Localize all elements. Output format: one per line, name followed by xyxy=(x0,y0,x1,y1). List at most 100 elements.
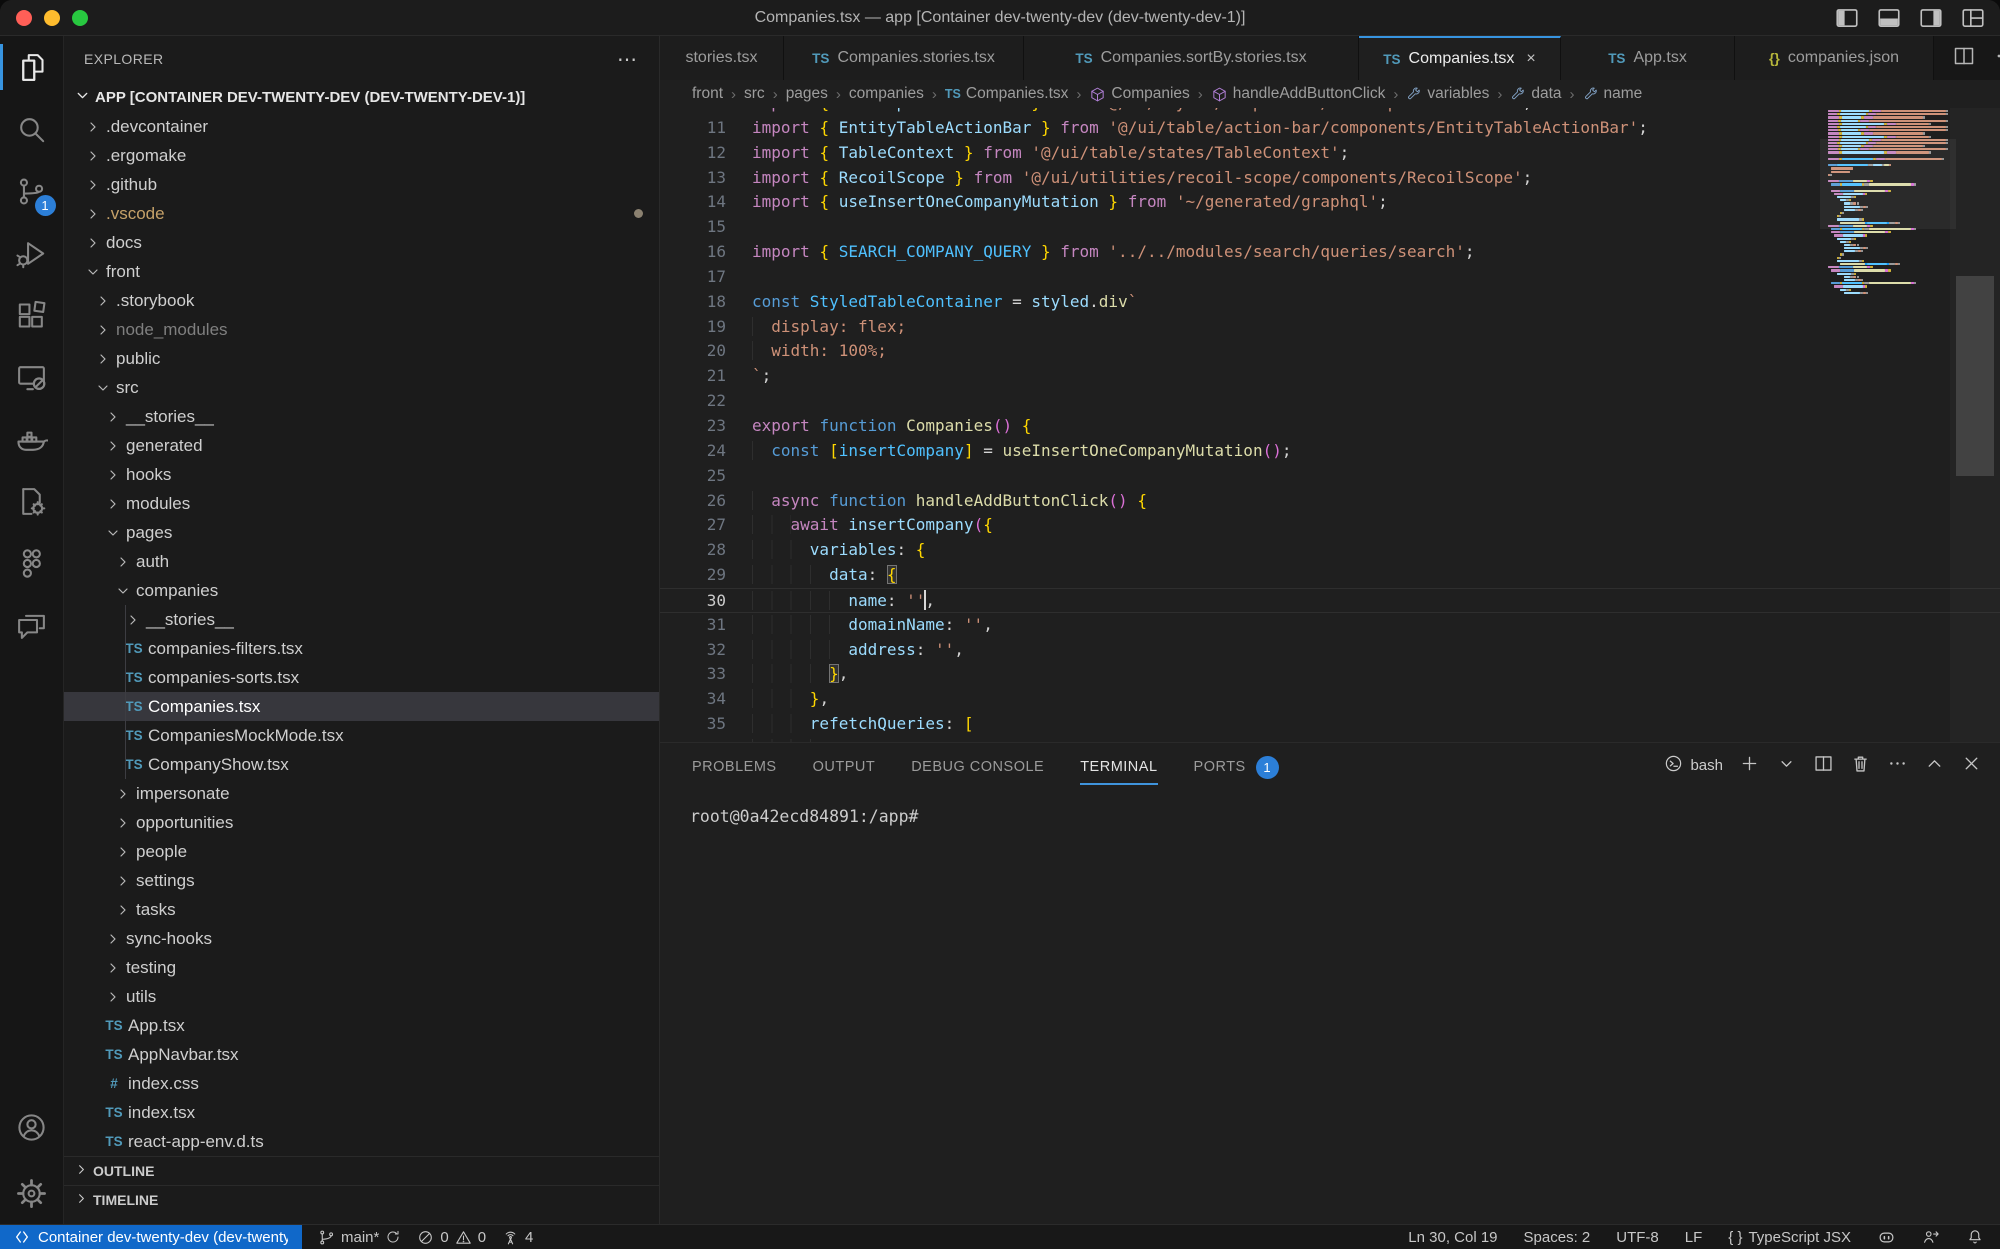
tree-file-companiesmockmode.tsx[interactable]: TSCompaniesMockMode.tsx xyxy=(64,721,659,750)
layout-grid-icon[interactable] xyxy=(1960,5,1986,31)
tree-folder-auth[interactable]: auth xyxy=(64,547,659,576)
code-line-25[interactable]: 25 xyxy=(660,464,2000,489)
code-line-22[interactable]: 22 xyxy=(660,389,2000,414)
tree-file-companies.tsx[interactable]: TSCompanies.tsx xyxy=(64,692,659,721)
cursor-position[interactable]: Ln 30, Col 19 xyxy=(1408,1229,1497,1246)
breadcrumb-item-companies[interactable]: Companies xyxy=(1089,85,1189,103)
tree-folder-.vscode[interactable]: .vscode xyxy=(64,199,659,228)
breadcrumb-item-variables[interactable]: variables xyxy=(1406,85,1489,103)
activity-search-icon[interactable] xyxy=(0,98,64,160)
panel-tab-output[interactable]: OUTPUT xyxy=(813,743,876,791)
breadcrumb-item-companies.tsx[interactable]: TSCompanies.tsx xyxy=(945,85,1069,103)
tree-file-react-app-env.d.ts[interactable]: TSreact-app-env.d.ts xyxy=(64,1127,659,1156)
eol-setting[interactable]: LF xyxy=(1685,1229,1703,1246)
tree-folder-tasks[interactable]: tasks xyxy=(64,895,659,924)
breadcrumb-item-name[interactable]: name xyxy=(1583,85,1643,103)
tree-folder-opportunities[interactable]: opportunities xyxy=(64,808,659,837)
editor-tab-companies.stories.tsx[interactable]: TSCompanies.stories.tsx xyxy=(784,36,1024,80)
sidebar-section-outline[interactable]: OUTLINE xyxy=(64,1156,659,1185)
code-line-29[interactable]: 29 data: { xyxy=(660,563,2000,588)
activity-explorer-icon[interactable] xyxy=(0,36,64,98)
sidebar-section-timeline[interactable]: TIMELINE xyxy=(64,1185,659,1214)
tree-folder-front[interactable]: front xyxy=(64,257,659,286)
code-line-32[interactable]: 32 address: '', xyxy=(660,638,2000,663)
feedback-icon[interactable] xyxy=(1922,1228,1940,1246)
code-line-19[interactable]: 19 display: flex; xyxy=(660,315,2000,340)
tree-folder--stories-[interactable]: __stories__ xyxy=(64,605,659,634)
tree-file-appnavbar.tsx[interactable]: TSAppNavbar.tsx xyxy=(64,1040,659,1069)
shell-selector[interactable]: bash xyxy=(1664,754,1723,777)
remote-indicator[interactable]: Container dev-twenty-dev (dev-twenty-dev… xyxy=(0,1225,302,1249)
close-tab-icon[interactable]: × xyxy=(1526,50,1535,68)
breadcrumb-item-companies[interactable]: companies xyxy=(849,85,924,103)
tree-folder-.ergomake[interactable]: .ergomake xyxy=(64,141,659,170)
new-terminal-icon[interactable] xyxy=(1739,753,1760,778)
notifications-bell-icon[interactable] xyxy=(1966,1228,1984,1246)
branch-indicator[interactable]: main* xyxy=(318,1229,401,1246)
explorer-more-icon[interactable]: ⋯ xyxy=(617,47,639,72)
copilot-icon[interactable] xyxy=(1877,1228,1896,1247)
tree-folder-companies[interactable]: companies xyxy=(64,576,659,605)
code-editor[interactable]: 10import { WithTopBarContainer } from '@… xyxy=(660,108,2000,742)
breadcrumb-item-pages[interactable]: pages xyxy=(786,85,828,103)
tree-folder--stories-[interactable]: __stories__ xyxy=(64,402,659,431)
breadcrumb-item-handleaddbuttonclick[interactable]: handleAddButtonClick xyxy=(1211,85,1386,103)
code-line-26[interactable]: 26 async function handleAddButtonClick()… xyxy=(660,489,2000,514)
code-line-17[interactable]: 17 xyxy=(660,265,2000,290)
code-line-23[interactable]: 23export function Companies() { xyxy=(660,414,2000,439)
code-line-28[interactable]: 28 variables: { xyxy=(660,538,2000,563)
activity-run-debug-icon[interactable] xyxy=(0,222,64,284)
activity-settings-icon[interactable] xyxy=(0,1162,64,1224)
tree-folder-.github[interactable]: .github xyxy=(64,170,659,199)
tree-folder-.storybook[interactable]: .storybook xyxy=(64,286,659,315)
breadcrumb-item-front[interactable]: front xyxy=(692,85,723,103)
tree-file-index.css[interactable]: #index.css xyxy=(64,1069,659,1098)
split-editor-icon[interactable] xyxy=(1952,44,1976,73)
tree-folder-testing[interactable]: testing xyxy=(64,953,659,982)
close-panel-icon[interactable] xyxy=(1961,753,1982,778)
activity-source-control-icon[interactable]: 1 xyxy=(0,160,64,222)
panel-bottom-icon[interactable] xyxy=(1876,5,1902,31)
code-line-13[interactable]: 13import { RecoilScope } from '@/ui/util… xyxy=(660,166,2000,191)
code-line-18[interactable]: 18const StyledTableContainer = styled.di… xyxy=(660,290,2000,315)
tree-folder-node-modules[interactable]: node_modules xyxy=(64,315,659,344)
tree-folder-pages[interactable]: pages xyxy=(64,518,659,547)
tree-file-companyshow.tsx[interactable]: TSCompanyShow.tsx xyxy=(64,750,659,779)
panel-tab-terminal[interactable]: TERMINAL xyxy=(1080,743,1157,791)
tree-file-companies-sorts.tsx[interactable]: TScompanies-sorts.tsx xyxy=(64,663,659,692)
code-line-11[interactable]: 11import { EntityTableActionBar } from '… xyxy=(660,116,2000,141)
tree-folder-public[interactable]: public xyxy=(64,344,659,373)
encoding-setting[interactable]: UTF-8 xyxy=(1616,1229,1659,1246)
editor-tab-stories.tsx[interactable]: stories.tsx xyxy=(660,36,784,80)
tree-folder-modules[interactable]: modules xyxy=(64,489,659,518)
workspace-section-header[interactable]: APP [CONTAINER DEV-TWENTY-DEV (DEV-TWENT… xyxy=(64,82,659,112)
editor-scrollbar[interactable] xyxy=(1956,276,1994,476)
code-line-12[interactable]: 12import { TableContext } from '@/ui/tab… xyxy=(660,141,2000,166)
code-line-24[interactable]: 24 const [insertCompany] = useInsertOneC… xyxy=(660,439,2000,464)
editor-tab-companies.json[interactable]: {}companies.json xyxy=(1735,36,1934,80)
indentation-setting[interactable]: Spaces: 2 xyxy=(1524,1229,1591,1246)
code-line-33[interactable]: 33 }, xyxy=(660,662,2000,687)
code-line-10[interactable]: 10import { WithTopBarContainer } from '@… xyxy=(660,108,2000,116)
terminal-output[interactable]: root@0a42ecd84891:/app# xyxy=(660,791,2000,826)
code-line-16[interactable]: 16import { SEARCH_COMPANY_QUERY } from '… xyxy=(660,240,2000,265)
more-icon[interactable] xyxy=(1994,44,2000,73)
tree-folder-settings[interactable]: settings xyxy=(64,866,659,895)
ports-indicator[interactable]: 4 xyxy=(502,1229,533,1246)
code-line-14[interactable]: 14import { useInsertOneCompanyMutation }… xyxy=(660,190,2000,215)
panel-tab-problems[interactable]: PROBLEMS xyxy=(692,743,777,791)
code-line-31[interactable]: 31 domainName: '', xyxy=(660,613,2000,638)
code-line-20[interactable]: 20 width: 100%; xyxy=(660,339,2000,364)
editor-tab-app.tsx[interactable]: TSApp.tsx xyxy=(1561,36,1735,80)
activity-dev-container-icon[interactable] xyxy=(0,470,64,532)
activity-remote-explorer-icon[interactable] xyxy=(0,346,64,408)
tree-folder-impersonate[interactable]: impersonate xyxy=(64,779,659,808)
tree-folder-sync-hooks[interactable]: sync-hooks xyxy=(64,924,659,953)
editor-tab-companies.tsx[interactable]: TSCompanies.tsx× xyxy=(1359,36,1561,80)
tree-file-index.tsx[interactable]: TSindex.tsx xyxy=(64,1098,659,1127)
code-line-21[interactable]: 21`; xyxy=(660,364,2000,389)
activity-docker-icon[interactable] xyxy=(0,408,64,470)
tree-folder-src[interactable]: src xyxy=(64,373,659,402)
activity-extensions-icon[interactable] xyxy=(0,284,64,346)
panel-tab-ports[interactable]: PORTS1 xyxy=(1194,743,1279,791)
